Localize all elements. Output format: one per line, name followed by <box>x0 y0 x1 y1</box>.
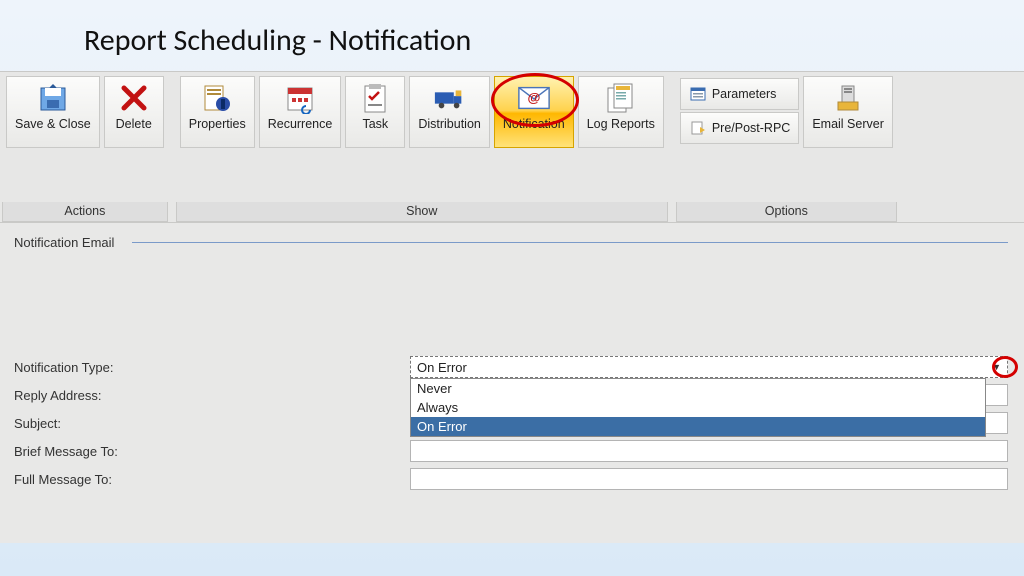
groupbox-title: Notification Email <box>14 235 1008 252</box>
ribbon-group-actions: Save & Close Delete Actions <box>2 72 168 222</box>
ribbon-group-options-label: Options <box>676 202 897 222</box>
log-reports-label: Log Reports <box>587 117 655 131</box>
ribbon-group-show: Properties Recurrence Task Distribution <box>176 72 668 222</box>
recurrence-label: Recurrence <box>268 117 333 131</box>
recurrence-icon <box>283 81 317 115</box>
delete-label: Delete <box>116 117 152 131</box>
distribution-label: Distribution <box>418 117 481 131</box>
parameters-label: Parameters <box>712 87 777 101</box>
ribbon-group-show-label: Show <box>176 202 668 222</box>
properties-icon <box>200 81 234 115</box>
brief-message-to-input[interactable] <box>410 440 1008 462</box>
pre-post-rpc-button[interactable]: Pre/Post-RPC <box>680 112 800 144</box>
subject-label: Subject: <box>14 416 404 431</box>
email-server-button[interactable]: Email Server <box>803 76 893 148</box>
chevron-down-icon[interactable]: ▼ <box>992 362 1001 372</box>
parameters-button[interactable]: Parameters <box>680 78 800 110</box>
notification-button[interactable]: @ Notification <box>494 76 574 148</box>
notification-type-value: On Error <box>417 360 467 375</box>
combo-option-never[interactable]: Never <box>411 379 985 398</box>
save-icon <box>36 81 70 115</box>
email-server-label: Email Server <box>812 117 884 131</box>
task-button[interactable]: Task <box>345 76 405 148</box>
task-label: Task <box>362 117 388 131</box>
brief-message-to-label: Brief Message To: <box>14 444 404 459</box>
combo-option-always[interactable]: Always <box>411 398 985 417</box>
ribbon: Save & Close Delete Actions Properties <box>0 71 1024 223</box>
log-reports-button[interactable]: Log Reports <box>578 76 664 148</box>
pre-post-rpc-label: Pre/Post-RPC <box>712 121 791 135</box>
notification-type-combo[interactable]: On Error ▼ Never Always On Error <box>410 356 1008 378</box>
task-icon <box>358 81 392 115</box>
notification-email-panel: Notification Email Notification Type: On… <box>0 223 1024 543</box>
recurrence-button[interactable]: Recurrence <box>259 76 342 148</box>
distribution-icon <box>433 81 467 115</box>
properties-label: Properties <box>189 117 246 131</box>
log-reports-icon <box>604 81 638 115</box>
save-close-label: Save & Close <box>15 117 91 131</box>
email-server-icon <box>831 81 865 115</box>
ribbon-group-actions-label: Actions <box>2 202 168 222</box>
reply-address-label: Reply Address: <box>14 388 404 403</box>
full-message-to-input[interactable] <box>410 468 1008 490</box>
notification-icon: @ <box>517 81 551 115</box>
full-message-to-label: Full Message To: <box>14 472 404 487</box>
delete-button[interactable]: Delete <box>104 76 164 148</box>
distribution-button[interactable]: Distribution <box>409 76 490 148</box>
groupbox-divider <box>132 242 1008 243</box>
parameters-icon <box>689 85 707 103</box>
combo-option-on-error[interactable]: On Error <box>411 417 985 436</box>
notification-type-dropdown: Never Always On Error <box>410 378 986 437</box>
properties-button[interactable]: Properties <box>180 76 255 148</box>
rpc-icon <box>689 119 707 137</box>
page-title: Report Scheduling - Notification <box>0 0 1024 71</box>
ribbon-group-options: Parameters Pre/Post-RPC Email Server Opt… <box>676 72 897 222</box>
notification-type-label: Notification Type: <box>14 360 404 375</box>
svg-text:@: @ <box>527 90 540 105</box>
delete-icon <box>117 81 151 115</box>
save-close-button[interactable]: Save & Close <box>6 76 100 148</box>
notification-label: Notification <box>503 117 565 131</box>
